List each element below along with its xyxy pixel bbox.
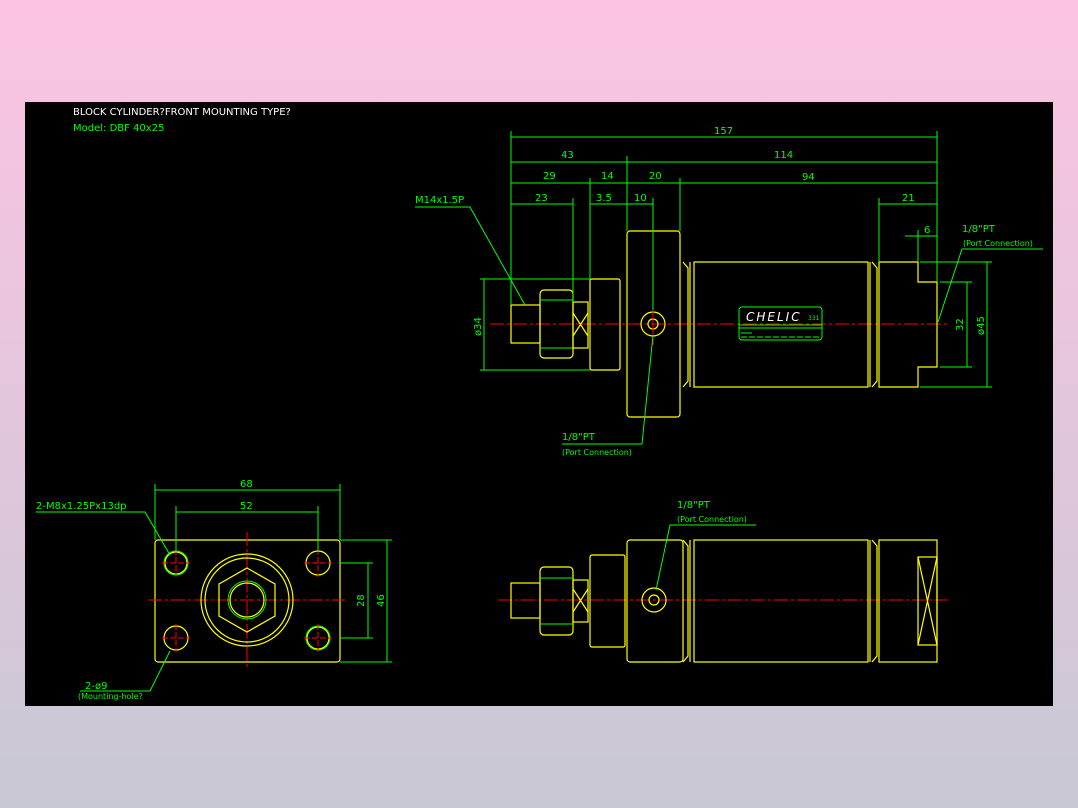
dim-21: 21 [902, 193, 915, 204]
dim-46: 46 [376, 594, 387, 607]
nameplate-brand: CHELIC [746, 310, 802, 324]
top-port-note: (Port Connection) [677, 515, 747, 524]
dim-114: 114 [774, 150, 793, 161]
thread-label: M14x1.5P [415, 195, 464, 206]
dim-32: 32 [955, 318, 966, 331]
hole-note: (Mounting-hole? [78, 692, 143, 701]
dim-14: 14 [601, 171, 614, 182]
dim-diameter-45: ø45 [976, 316, 987, 335]
dim-29: 29 [543, 171, 556, 182]
dim-68: 68 [240, 479, 253, 490]
dim-94: 94 [802, 172, 815, 183]
model-label: Model: DBF 40x25 [73, 123, 164, 134]
drawing-title: BLOCK CYLINDER?FRONT MOUNTING TYPE? [73, 107, 291, 118]
dim-157: 157 [714, 126, 733, 137]
port-label-rear: 1/8"PT [962, 224, 996, 235]
dim-6: 6 [924, 225, 930, 236]
dim-52: 52 [240, 501, 253, 512]
dim-23: 23 [535, 193, 548, 204]
dim-20: 20 [649, 171, 662, 182]
dim-diameter-34: ø34 [473, 317, 484, 336]
port-note-rear: (Port Connection) [963, 239, 1033, 248]
dim-28: 28 [356, 594, 367, 607]
dim-10: 10 [634, 193, 647, 204]
tap-label: 2-M8x1.25Px13dp [36, 501, 127, 512]
dim-43: 43 [561, 150, 574, 161]
svg-text:331: 331 [808, 315, 820, 322]
dim-3-5: 3.5 [596, 193, 612, 204]
port-note-front: (Port Connection) [562, 448, 632, 457]
hole-label: 2-ø9 [85, 681, 107, 692]
top-port-label: 1/8"PT [677, 500, 711, 511]
cad-drawing: BLOCK CYLINDER?FRONT MOUNTING TYPE? Mode… [25, 102, 1053, 706]
port-label-front: 1/8"PT [562, 432, 596, 443]
